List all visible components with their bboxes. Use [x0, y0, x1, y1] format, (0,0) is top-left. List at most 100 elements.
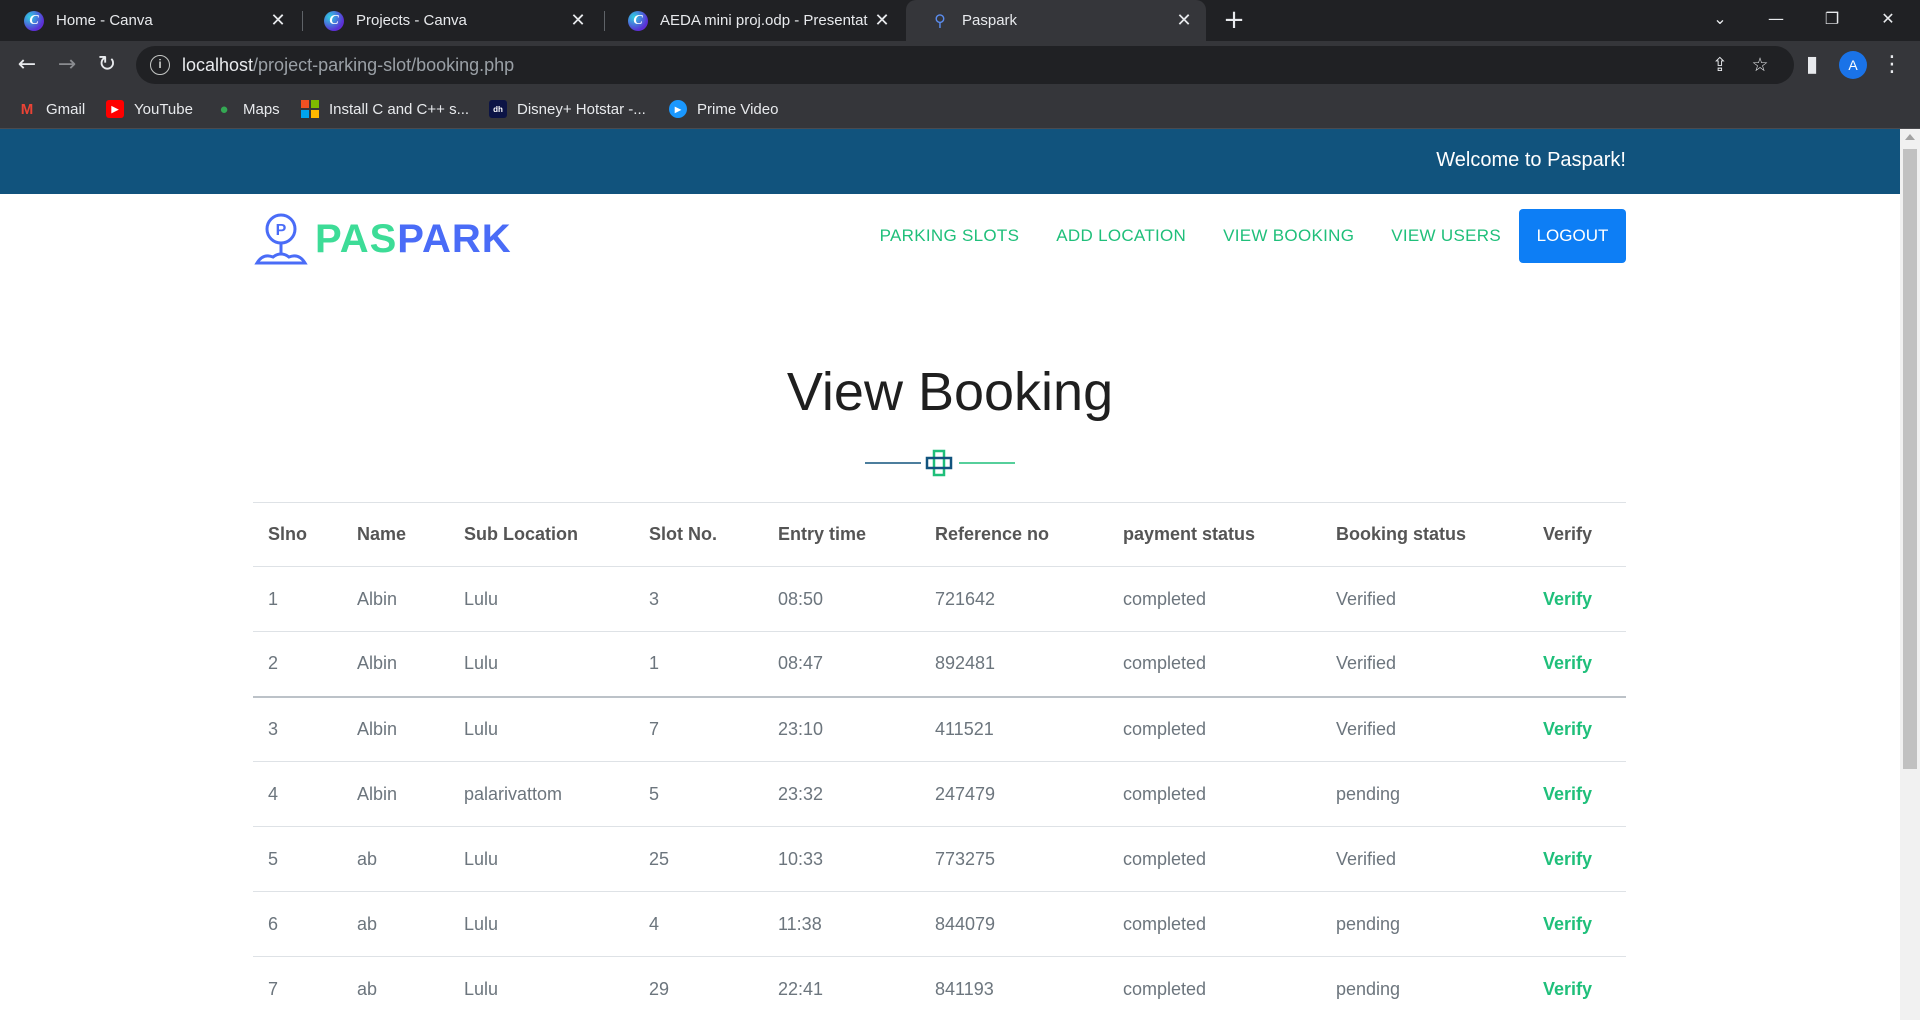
close-icon[interactable]: ✕ — [564, 10, 592, 31]
close-window-button[interactable]: ✕ — [1860, 0, 1916, 41]
page-scrollbar[interactable] — [1900, 129, 1920, 1020]
cell-entry-time: 22:41 — [763, 956, 920, 1020]
bookmark-hotstar[interactable]: dh Disney+ Hotstar -... — [489, 89, 646, 129]
title-divider-icon — [865, 449, 1015, 477]
hotstar-icon: dh — [489, 100, 507, 118]
url-path: /project-parking-slot/booking.php — [253, 54, 515, 75]
verify-link[interactable]: Verify — [1528, 631, 1626, 697]
cell-reference: 773275 — [920, 826, 1108, 892]
site-info-icon[interactable]: i — [150, 55, 170, 75]
forward-arrow-icon[interactable]: → — [51, 49, 83, 81]
cell-sub-location: Lulu — [449, 956, 634, 1020]
canva-icon: C — [628, 10, 648, 31]
minimize-button[interactable]: — — [1748, 0, 1804, 41]
col-header-booking-status: Booking status — [1321, 502, 1528, 567]
verify-link[interactable]: Verify — [1528, 956, 1626, 1020]
bookmark-label: Install C and C++ s... — [329, 100, 470, 118]
cell-payment-status: completed — [1108, 566, 1321, 632]
cell-entry-time: 23:10 — [763, 695, 920, 762]
close-icon[interactable]: ✕ — [264, 10, 292, 31]
logo-wordmark: PASPARK — [315, 217, 512, 262]
bookmark-label: Disney+ Hotstar -... — [517, 100, 646, 118]
cell-slot: 7 — [634, 695, 763, 762]
tab-title: AEDA mini proj.odp - Presentatio — [660, 12, 868, 29]
close-icon[interactable]: ✕ — [1170, 10, 1198, 31]
tab-projects-canva[interactable]: C Projects - Canva ✕ — [300, 0, 600, 41]
bookings-table-container: Slno Name Sub Location Slot No. Entry ti… — [253, 502, 1626, 1020]
back-arrow-icon[interactable]: ← — [11, 49, 43, 81]
cell-payment-status: completed — [1108, 695, 1321, 762]
logo-part-pas: PAS — [315, 216, 398, 261]
bookmark-maps[interactable]: ● Maps — [215, 89, 280, 129]
col-header-slot: Slot No. — [634, 502, 763, 567]
bookmark-star-icon[interactable]: ☆ — [1744, 49, 1776, 81]
close-icon[interactable]: ✕ — [868, 10, 896, 31]
new-tab-button[interactable]: + — [1218, 4, 1250, 36]
col-header-slno: Slno — [253, 502, 342, 567]
cell-booking-status: pending — [1321, 891, 1528, 957]
page-title: View Booking — [786, 362, 1114, 422]
canva-icon: C — [24, 10, 44, 31]
logout-button[interactable]: LOGOUT — [1519, 209, 1626, 263]
bookmark-prime-video[interactable]: ▶ Prime Video — [669, 89, 778, 129]
menu-kebab-icon[interactable]: ⋮ — [1876, 49, 1908, 81]
verify-link[interactable]: Verify — [1528, 826, 1626, 892]
cell-reference: 892481 — [920, 631, 1108, 697]
nav-parking-slots[interactable]: PARKING SLOTS — [880, 226, 1020, 246]
bookmark-label: YouTube — [134, 100, 193, 118]
bookmark-label: Prime Video — [697, 100, 779, 118]
tab-aeda-presentation[interactable]: C AEDA mini proj.odp - Presentatio ✕ — [604, 0, 904, 41]
scrollbar-thumb[interactable] — [1903, 149, 1917, 769]
cell-sub-location: Lulu — [449, 566, 634, 632]
cell-entry-time: 08:47 — [763, 631, 920, 697]
scroll-up-arrow-icon[interactable] — [1905, 134, 1915, 140]
cell-payment-status: completed — [1108, 761, 1321, 827]
col-header-payment-status: payment status — [1108, 502, 1321, 567]
gmail-icon: M — [20, 100, 34, 118]
tab-search-icon[interactable]: ⌄ — [1692, 0, 1748, 41]
nav-view-users[interactable]: VIEW USERS — [1391, 226, 1501, 246]
cell-booking-status: Verified — [1321, 631, 1528, 697]
nav-view-booking[interactable]: VIEW BOOKING — [1223, 226, 1354, 246]
side-panel-icon[interactable]: ▮ — [1796, 49, 1828, 81]
table-row: 7 ab Lulu 29 22:41 841193 completed pend… — [253, 956, 1626, 1020]
cell-entry-time: 11:38 — [763, 891, 920, 957]
tab-paspark[interactable]: ⚲ Paspark ✕ — [906, 0, 1206, 41]
table-row: 5 ab Lulu 25 10:33 773275 completed Veri… — [253, 826, 1626, 892]
cell-booking-status: Verified — [1321, 826, 1528, 892]
verify-link[interactable]: Verify — [1528, 566, 1626, 632]
canva-icon: C — [324, 10, 344, 31]
nav-add-location[interactable]: ADD LOCATION — [1056, 226, 1186, 246]
cell-sub-location: Lulu — [449, 826, 634, 892]
verify-link[interactable]: Verify — [1528, 761, 1626, 827]
url-host: localhost — [182, 54, 254, 75]
cell-sub-location: palarivattom — [449, 761, 634, 827]
verify-link[interactable]: Verify — [1528, 891, 1626, 957]
table-header-row: Slno Name Sub Location Slot No. Entry ti… — [253, 502, 1626, 567]
cell-slno: 1 — [253, 566, 342, 632]
address-bar[interactable]: i localhost/project-parking-slot/booking… — [136, 46, 1794, 84]
verify-link[interactable]: Verify — [1528, 695, 1626, 762]
cell-name: Albin — [342, 695, 449, 762]
share-icon[interactable]: ⇪ — [1704, 49, 1736, 81]
profile-avatar[interactable]: A — [1839, 51, 1867, 79]
cell-sub-location: Lulu — [449, 695, 634, 762]
cell-slno: 7 — [253, 956, 342, 1020]
cell-payment-status: completed — [1108, 891, 1321, 957]
cell-sub-location: Lulu — [449, 891, 634, 957]
cell-booking-status: pending — [1321, 956, 1528, 1020]
site-logo[interactable]: P PASPARK — [253, 209, 512, 269]
tab-home-canva[interactable]: C Home - Canva ✕ — [0, 0, 300, 41]
cell-slot: 29 — [634, 956, 763, 1020]
restore-button[interactable]: ❐ — [1804, 0, 1860, 41]
reload-icon[interactable]: ↻ — [91, 49, 123, 81]
browser-toolbar: ← → ↻ i localhost/project-parking-slot/b… — [0, 41, 1920, 89]
bookmark-youtube[interactable]: ▶ YouTube — [106, 89, 193, 129]
bookmark-label: Maps — [243, 100, 280, 118]
bookmark-gmail[interactable]: M Gmail — [18, 89, 85, 129]
bookmark-install-c[interactable]: Install C and C++ s... — [301, 89, 469, 129]
bookmark-label: Gmail — [46, 100, 86, 118]
bookmarks-bar: M Gmail ▶ YouTube ● Maps Install C and C… — [0, 89, 1920, 129]
cell-entry-time: 23:32 — [763, 761, 920, 827]
tab-title: Home - Canva — [56, 12, 153, 29]
